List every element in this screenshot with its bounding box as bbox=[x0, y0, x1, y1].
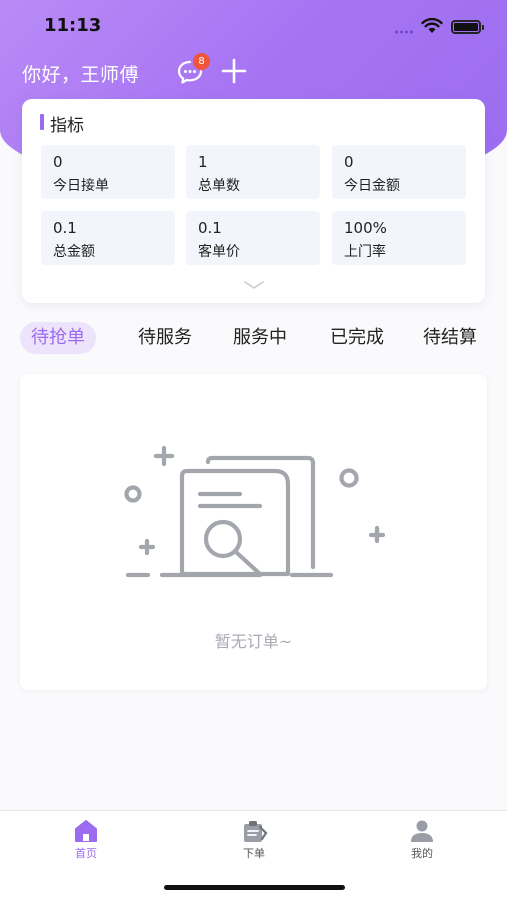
metric-today-amount[interactable]: 0 今日金额 bbox=[332, 145, 466, 199]
tab-home-label: 首页 bbox=[75, 847, 97, 860]
order-clipboard-icon bbox=[244, 821, 268, 842]
tab-place-order-label: 下单 bbox=[243, 847, 265, 860]
tab-in-service[interactable]: 服务中 bbox=[218, 322, 302, 354]
empty-orders-icon bbox=[124, 445, 386, 578]
order-list-empty: 暂无订单~ bbox=[20, 374, 487, 690]
metric-visit-rate[interactable]: 100% 上门率 bbox=[332, 211, 466, 265]
tab-mine-label: 我的 bbox=[411, 847, 433, 860]
tab-completed[interactable]: 已完成 bbox=[315, 322, 399, 354]
tab-pending-grab[interactable]: 待抢单 bbox=[20, 322, 96, 354]
metric-label: 总单数 bbox=[198, 178, 240, 194]
metric-value: 100% bbox=[344, 219, 387, 237]
empty-orders-text: 暂无订单~ bbox=[214, 632, 293, 651]
metric-label: 客单价 bbox=[198, 244, 240, 260]
order-status-tabs: 待抢单 待服务 服务中 已完成 待结算 bbox=[20, 322, 490, 356]
tab-pending-settlement[interactable]: 待结算 bbox=[410, 322, 490, 354]
metric-avg-order-price[interactable]: 0.1 客单价 bbox=[186, 211, 320, 265]
metrics-card: 指标 0 今日接单 1 总单数 0 今日金额 0.1 总金额 0.1 客单价 1… bbox=[22, 99, 485, 303]
wifi-icon bbox=[421, 18, 443, 33]
tab-place-order[interactable]: 下单 bbox=[214, 819, 294, 861]
battery-icon bbox=[451, 20, 484, 34]
metric-value: 0.1 bbox=[53, 219, 77, 237]
status-bar: 11:13 bbox=[0, 0, 507, 54]
metric-label: 今日接单 bbox=[53, 178, 109, 194]
metrics-title: 指标 bbox=[40, 111, 84, 136]
metric-value: 0 bbox=[53, 153, 63, 171]
message-badge: 8 bbox=[193, 53, 210, 70]
cellular-signal-icon bbox=[394, 30, 414, 34]
home-icon bbox=[75, 820, 97, 842]
user-icon bbox=[411, 820, 433, 842]
tab-mine[interactable]: 我的 bbox=[382, 819, 462, 861]
metric-total-orders[interactable]: 1 总单数 bbox=[186, 145, 320, 199]
home-indicator bbox=[164, 885, 345, 890]
greeting-text: 你好，王师傅 bbox=[22, 64, 140, 86]
metric-today-orders[interactable]: 0 今日接单 bbox=[41, 145, 175, 199]
chevron-down-icon[interactable] bbox=[243, 279, 265, 291]
status-time: 11:13 bbox=[44, 15, 102, 36]
metric-label: 总金额 bbox=[53, 244, 95, 260]
metric-value: 1 bbox=[198, 153, 208, 171]
add-icon[interactable] bbox=[220, 57, 248, 85]
screen: 11:13 你好，王师傅 8 指标 0 今日接单 1 总单数 0 今日金额 0.… bbox=[0, 0, 507, 900]
metric-value: 0.1 bbox=[198, 219, 222, 237]
metric-total-amount[interactable]: 0.1 总金额 bbox=[41, 211, 175, 265]
metric-value: 0 bbox=[344, 153, 354, 171]
tab-pending-service[interactable]: 待服务 bbox=[123, 322, 207, 354]
metric-label: 今日金额 bbox=[344, 178, 400, 194]
tab-home[interactable]: 首页 bbox=[46, 819, 126, 861]
metric-label: 上门率 bbox=[344, 244, 386, 260]
